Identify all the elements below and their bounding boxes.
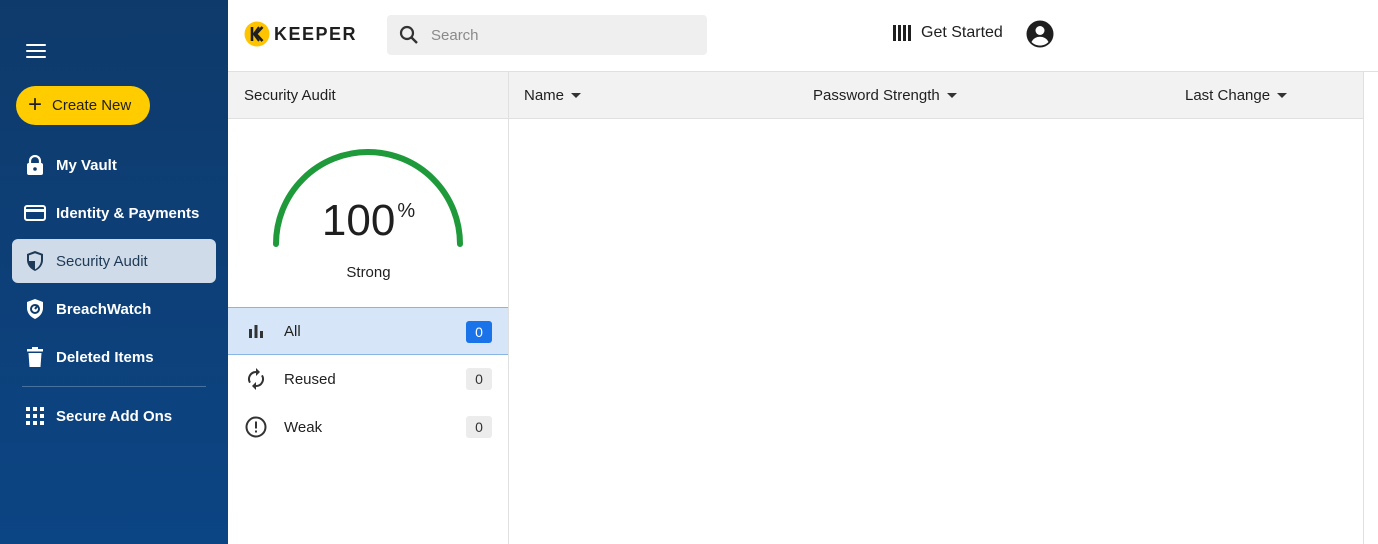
sort-caret-icon <box>1277 93 1288 98</box>
sidebar-item-label: Identity & Payments <box>56 204 200 222</box>
filter-weak[interactable]: Weak 0 <box>228 403 508 451</box>
get-started-label: Get Started <box>921 24 1003 41</box>
sidebar-item-label: Security Audit <box>56 252 148 270</box>
plus-icon: + <box>28 90 43 118</box>
trash-icon <box>24 346 46 368</box>
lock-icon <box>24 154 46 176</box>
search-icon <box>399 25 418 44</box>
sidebar-divider <box>22 386 206 387</box>
keeper-logo[interactable]: KEEPER <box>244 21 357 47</box>
strength-label: Strong <box>346 264 391 281</box>
grid-icon <box>24 405 46 427</box>
column-header-name[interactable]: Name <box>524 87 582 104</box>
breachwatch-icon <box>24 298 46 320</box>
credit-card-icon <box>24 202 46 224</box>
filter-label: Weak <box>284 418 323 436</box>
sidebar: + Create New My Vault Identity & Payment… <box>0 0 228 544</box>
sidebar-item-security-audit[interactable]: Security Audit <box>12 239 216 283</box>
column-label: Name <box>524 87 565 104</box>
alert-circle-icon <box>244 415 268 439</box>
filter-label: Reused <box>284 370 336 388</box>
top-bar: KEEPER Get Started <box>228 0 1378 72</box>
score-unit: % <box>397 200 416 222</box>
sidebar-item-deleted-items[interactable]: Deleted Items <box>12 335 216 379</box>
menu-icon[interactable] <box>26 44 46 58</box>
filter-count: 0 <box>466 368 492 390</box>
create-new-button[interactable]: + Create New <box>16 86 150 125</box>
filter-reused[interactable]: Reused 0 <box>228 355 508 403</box>
sort-caret-icon <box>571 93 582 98</box>
security-score: 100% <box>228 196 509 246</box>
bar-chart-icon <box>244 319 268 343</box>
column-header-password-strength[interactable]: Password Strength <box>813 87 957 104</box>
sidebar-item-label: Deleted Items <box>56 348 154 366</box>
records-table: Name Password Strength Last Change <box>509 72 1364 544</box>
column-header-last-change[interactable]: Last Change <box>1185 87 1288 104</box>
create-new-label: Create New <box>52 97 132 114</box>
sidebar-item-secure-add-ons[interactable]: Secure Add Ons <box>12 394 216 438</box>
score-value: 100 <box>321 196 396 245</box>
sidebar-item-label: Secure Add Ons <box>56 407 173 425</box>
keeper-logo-icon <box>244 21 270 47</box>
panel-title: Security Audit <box>228 72 508 119</box>
sort-caret-icon <box>946 93 957 98</box>
sidebar-item-label: BreachWatch <box>56 300 152 318</box>
sync-icon <box>244 367 268 391</box>
account-icon[interactable] <box>1026 20 1054 48</box>
column-label: Last Change <box>1185 87 1271 104</box>
get-started-button[interactable]: Get Started <box>893 24 1003 42</box>
search-input[interactable] <box>431 26 671 44</box>
search-box[interactable] <box>387 15 707 55</box>
sidebar-item-my-vault[interactable]: My Vault <box>12 143 216 187</box>
filter-count: 0 <box>466 416 492 438</box>
column-label: Password Strength <box>813 87 940 104</box>
security-audit-panel: Security Audit 100% Strong All 0 Reused … <box>228 72 509 544</box>
filter-label: All <box>284 322 301 340</box>
sidebar-item-identity-payments[interactable]: Identity & Payments <box>12 191 216 235</box>
filter-all[interactable]: All 0 <box>228 307 508 355</box>
shield-icon <box>24 250 46 272</box>
sidebar-item-label: My Vault <box>56 156 117 174</box>
filter-count: 0 <box>466 321 492 343</box>
logo-text: KEEPER <box>274 23 358 44</box>
sidebar-item-breachwatch[interactable]: BreachWatch <box>12 287 216 331</box>
table-header: Name Password Strength Last Change <box>509 72 1363 119</box>
progress-bars-icon <box>893 25 913 41</box>
